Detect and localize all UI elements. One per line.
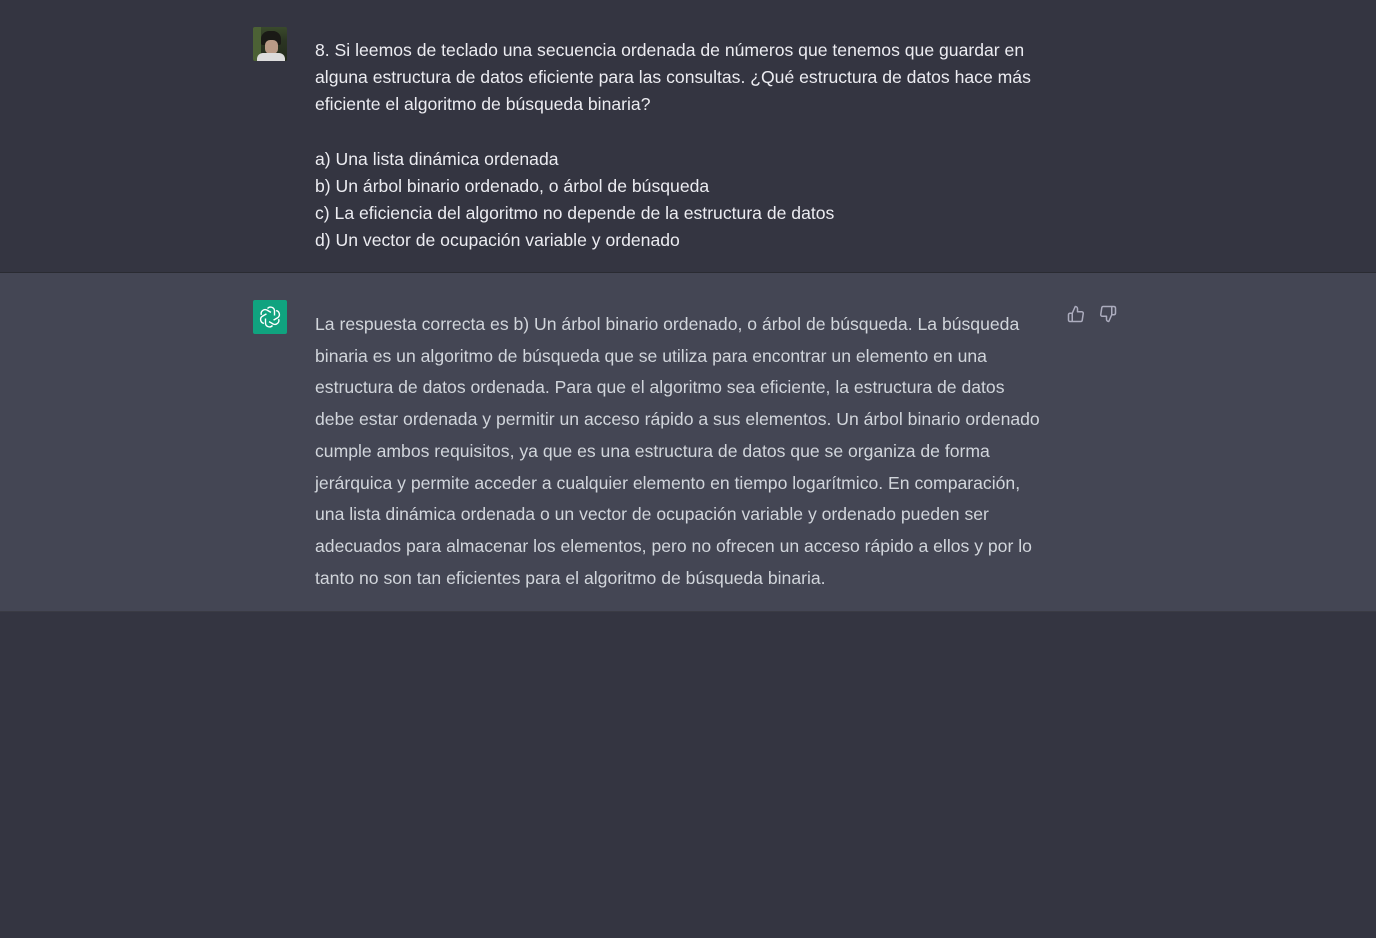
option-a: a) Una lista dinámica ordenada	[315, 148, 559, 169]
user-photo-avatar	[253, 27, 287, 61]
openai-logo-icon	[259, 306, 281, 328]
option-d: d) Un vector de ocupación variable y ord…	[315, 230, 680, 251]
question-text: 8. Si leemos de teclado una secuencia or…	[315, 40, 1031, 115]
thumbs-down-icon	[1100, 305, 1117, 323]
user-message: 8. Si leemos de teclado una secuencia or…	[0, 0, 1376, 273]
feedback-buttons	[1066, 304, 1118, 324]
thumbs-up-button[interactable]	[1066, 304, 1086, 324]
assistant-message-text: La respuesta correcta es b) Un árbol bin…	[315, 309, 1045, 594]
user-message-text: 8. Si leemos de teclado una secuencia or…	[315, 37, 1045, 254]
option-b: b) Un árbol binario ordenado, o árbol de…	[315, 175, 710, 196]
option-c: c) La eficiencia del algoritmo no depend…	[315, 203, 835, 224]
thumbs-down-button[interactable]	[1098, 304, 1118, 324]
user-avatar	[253, 27, 287, 61]
assistant-message: La respuesta correcta es b) Un árbol bin…	[0, 273, 1376, 612]
chat-thread: 8. Si leemos de teclado una secuencia or…	[0, 0, 1376, 938]
thumbs-up-icon	[1067, 305, 1084, 323]
answer-text: La respuesta correcta es b) Un árbol bin…	[315, 314, 1040, 588]
assistant-avatar	[253, 300, 287, 334]
